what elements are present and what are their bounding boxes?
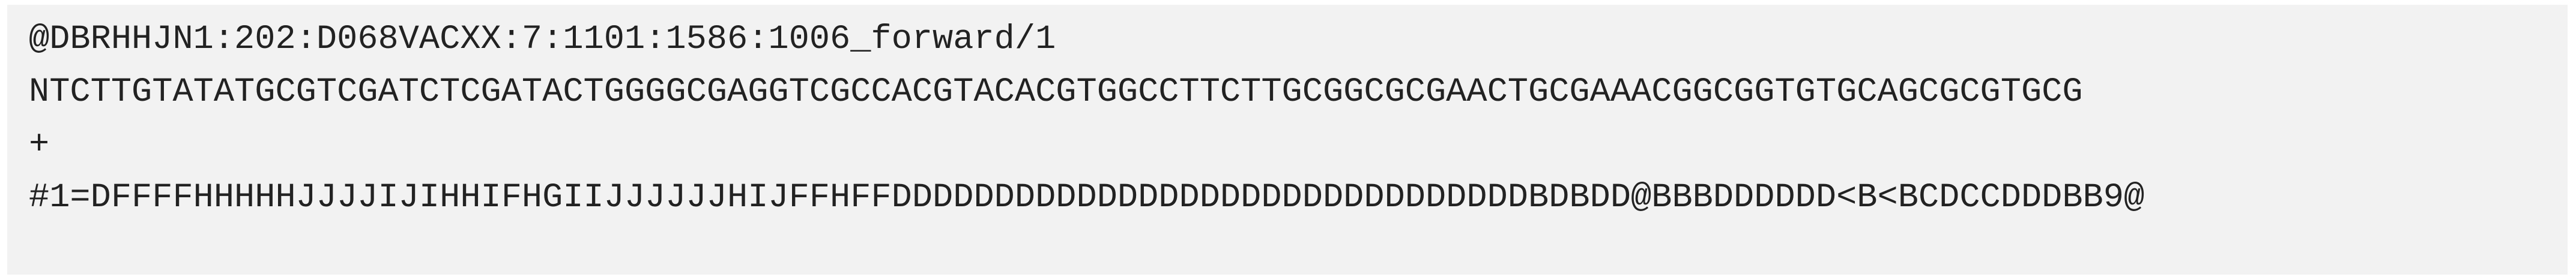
fastq-code-block: @DBRHHJN1:202:D068VACXX:7:1101:1586:1006… [7, 5, 2568, 275]
fastq-header-line: @DBRHHJN1:202:D068VACXX:7:1101:1586:1006… [29, 20, 1056, 59]
fastq-separator-line: + [29, 126, 50, 164]
fastq-sequence-line: NTCTTGTATATGCGTCGATCTCGATACTGGGGCGAGGTCG… [29, 73, 2083, 112]
fastq-quality-line: #1=DFFFFHHHHHJJJJIJIHHIFHGIIJJJJJJHIJFFH… [29, 179, 2145, 217]
